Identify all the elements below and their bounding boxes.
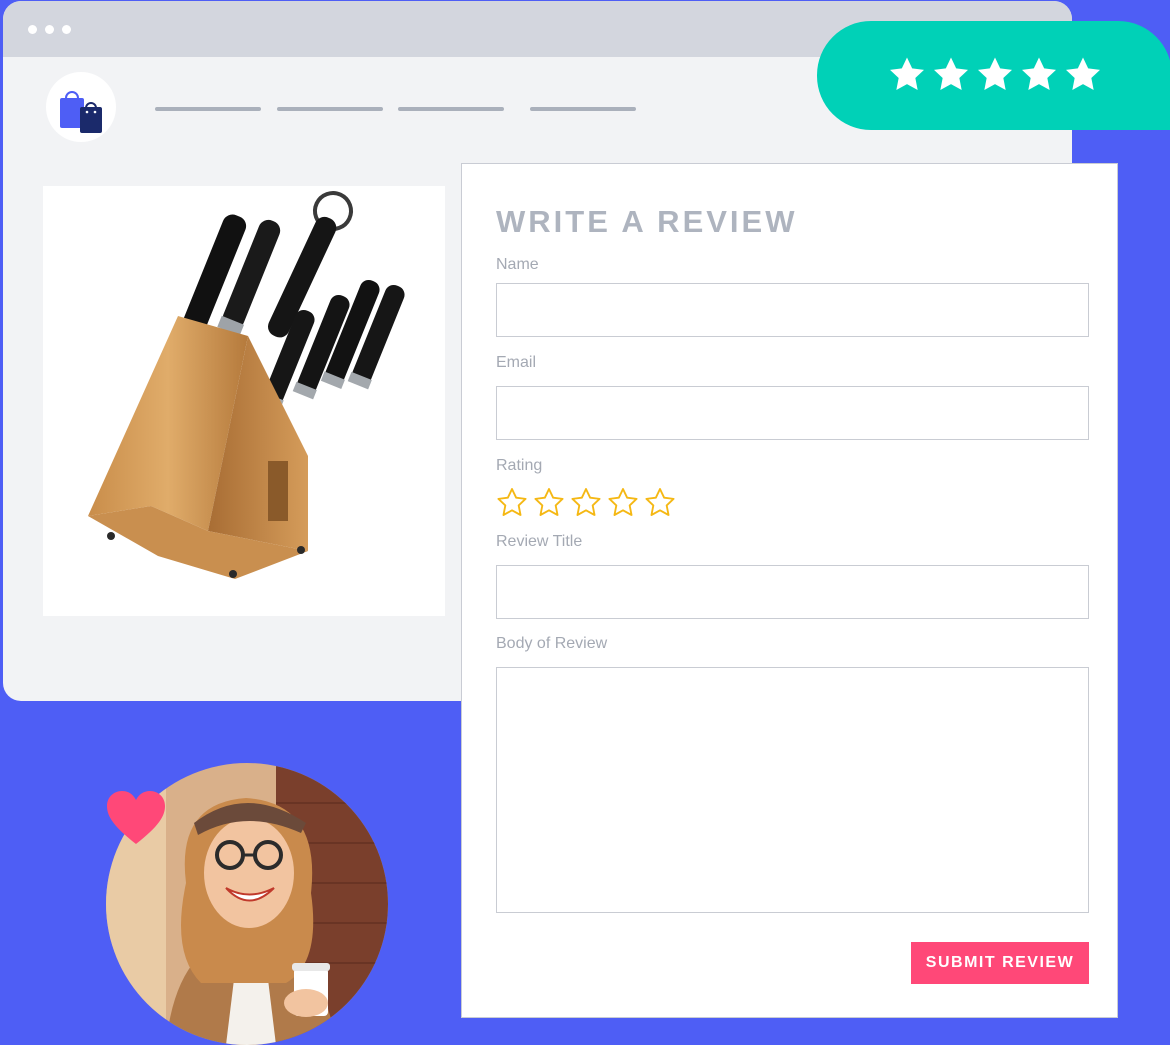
wooden-block	[88, 316, 308, 579]
badge-star-icon	[934, 57, 968, 90]
shopping-bags-icon	[60, 91, 102, 133]
review-title-input[interactable]	[496, 565, 1089, 619]
submit-review-button[interactable]: SUBMIT REVIEW	[911, 942, 1089, 984]
rating-badge	[817, 21, 1170, 130]
rating-star-4-icon[interactable]	[607, 487, 639, 519]
store-logo[interactable]	[46, 72, 116, 142]
name-label: Name	[496, 256, 539, 273]
badge-star-icon	[890, 57, 924, 90]
review-form: WRITE A REVIEW Name Email Rating Review …	[461, 163, 1118, 1018]
rating-star-2-icon[interactable]	[533, 487, 565, 519]
badge-star-icon	[1066, 57, 1100, 90]
product-image	[43, 186, 445, 616]
review-body-textarea[interactable]	[496, 667, 1089, 913]
email-label: Email	[496, 354, 537, 371]
heart-icon	[107, 791, 165, 844]
window-dot-icon	[28, 25, 37, 34]
knife-block-image	[88, 191, 405, 579]
badge-stars	[887, 55, 1107, 95]
badge-star-icon	[1022, 57, 1056, 90]
body-label: Body of Review	[496, 635, 608, 652]
email-input[interactable]	[496, 386, 1089, 440]
rating-stars	[496, 487, 676, 519]
nav-item-1[interactable]	[155, 107, 261, 111]
name-input[interactable]	[496, 283, 1089, 337]
rating-star-3-icon[interactable]	[570, 487, 602, 519]
rating-star-1-icon[interactable]	[496, 487, 528, 519]
rating-star-5-icon[interactable]	[644, 487, 676, 519]
nav-item-2[interactable]	[277, 107, 383, 111]
nav-item-3[interactable]	[398, 107, 504, 111]
window-dot-icon	[62, 25, 71, 34]
window-dot-icon	[45, 25, 54, 34]
badge-star-icon	[978, 57, 1012, 90]
nav-item-4[interactable]	[530, 107, 636, 111]
form-title: WRITE A REVIEW	[496, 204, 798, 239]
review-title-label: Review Title	[496, 533, 583, 550]
rating-label: Rating	[496, 457, 543, 474]
